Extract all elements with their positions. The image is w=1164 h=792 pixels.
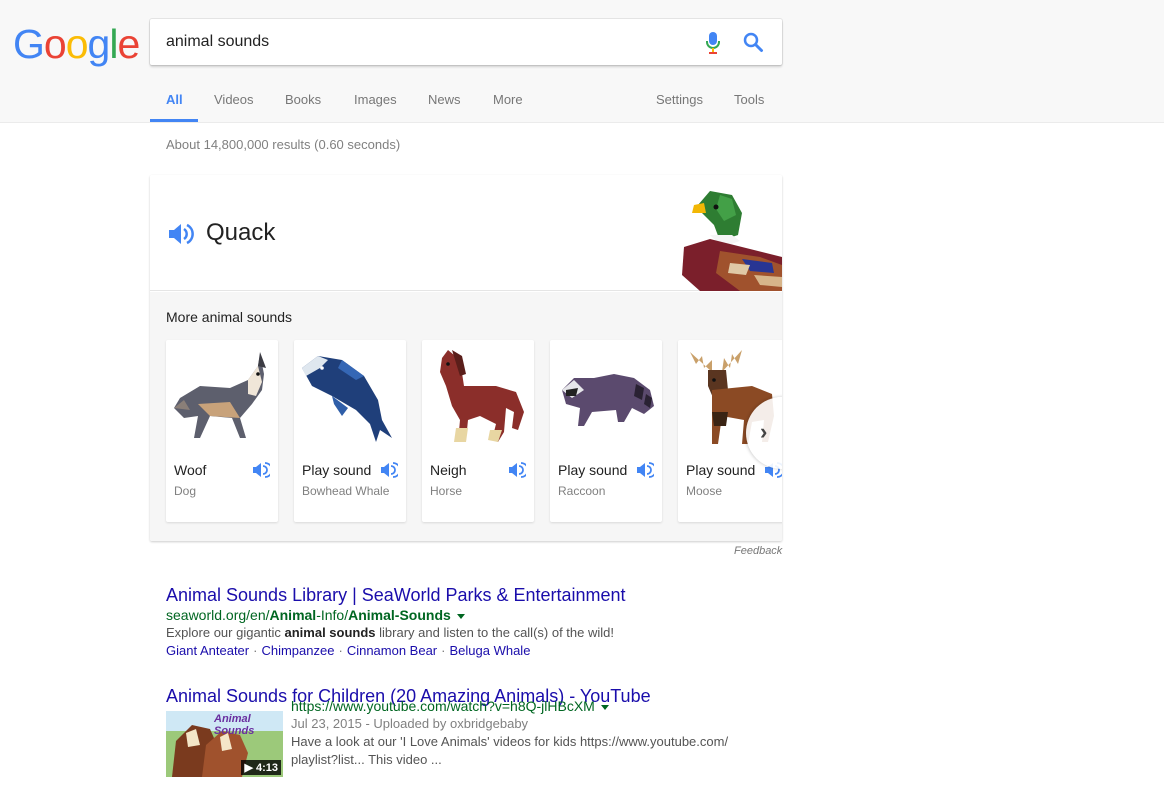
active-tab-indicator [150,119,198,122]
result-snippet-line: Have a look at our 'I Love Animals' vide… [291,734,729,749]
result-stats: About 14,800,000 results (0.60 seconds) [166,137,401,152]
sitelink[interactable]: Cinnamon Bear [347,643,437,658]
whale-illustration [302,356,392,442]
logo-letter: o [65,21,89,67]
animal-name: Bowhead Whale [302,484,390,498]
google-logo[interactable]: Google [13,21,140,67]
logo-letter: l [109,21,118,67]
animal-name: Dog [174,484,197,498]
result-url: seaworld.org/en/Animal-Info/Animal-Sound… [166,606,766,624]
horse-illustration [440,350,524,442]
animal-carousel: Woof Dog Play sound Bowhead Whale Neigh … [166,340,782,522]
url-part: Animal-Sounds [348,607,451,623]
tab-more[interactable]: More [493,92,523,107]
animal-sound-label: Play sound [686,462,756,478]
logo-letter: g [87,21,111,67]
tab-tools[interactable]: Tools [734,92,764,107]
snippet-text: library and listen to the call(s) of the… [375,625,614,640]
url-text: https://www.youtube.com/watch?v=h8Q-jlHB… [291,698,595,714]
search-input[interactable] [166,19,686,65]
video-thumbnail[interactable]: Animal Sounds ▶ 4:13 [166,711,283,777]
raccoon-illustration [562,374,654,426]
animal-card-dog[interactable]: Woof Dog [166,340,278,522]
animal-name: Raccoon [558,484,606,498]
animal-sound-label: Woof [174,462,207,478]
speaker-icon[interactable] [508,462,526,478]
search-icon[interactable] [742,31,764,53]
tab-all[interactable]: All [166,92,183,107]
more-sounds-heading: More animal sounds [166,309,293,325]
chevron-right-icon: › [760,419,768,444]
dog-illustration [174,352,266,438]
duck-illustration [682,191,782,291]
animal-card-horse[interactable]: Neigh Horse [422,340,534,522]
microphone-icon[interactable] [705,31,721,55]
more-animal-sounds: More animal sounds Woof Dog Play sound B… [150,292,782,541]
featured-sound: Quack [150,175,782,291]
animal-sounds-card: Quack More animal sounds Woof Dog Play s… [150,175,782,541]
logo-letter: G [13,21,45,67]
url-dropdown-icon[interactable] [600,704,609,710]
thumbnail-caption: Animal Sounds [214,713,255,737]
sitelinks: Giant Anteater · Chimpanzee · Cinnamon Bear ·… [166,642,766,660]
url-part: Animal [269,607,317,623]
video-duration: ▶ 4:13 [241,760,281,775]
tab-books[interactable]: Books [285,92,321,107]
result-snippet-line: playlist?list... This video ... [291,752,442,767]
speaker-icon[interactable] [167,222,195,246]
animal-name: Moose [686,484,723,498]
tab-news[interactable]: News [428,92,461,107]
featured-sound-label: Quack [206,219,276,246]
tab-settings[interactable]: Settings [656,92,703,107]
video-result: Animal Sounds for Children (20 Amazing A… [166,685,766,777]
sitelink[interactable]: Beluga Whale [449,643,530,658]
video-upload-info: Jul 23, 2015 - Uploaded by oxbridgebaby [291,716,529,731]
tab-videos[interactable]: Videos [214,92,254,107]
video-meta: https://www.youtube.com/watch?v=h8Q-jlHB… [291,697,761,769]
snippet-highlight: animal sounds [284,625,376,640]
url-part: -Info/ [316,607,349,623]
result-snippet: Explore our gigantic animal sounds libra… [166,624,766,642]
result-url: https://www.youtube.com/watch?v=h8Q-jlHB… [291,697,761,715]
url-dropdown-icon[interactable] [456,613,465,619]
logo-letter: o [43,21,67,67]
sitelink[interactable]: Giant Anteater [166,643,249,658]
speaker-icon[interactable] [380,462,398,478]
animal-card-bowhead-whale[interactable]: Play sound Bowhead Whale [294,340,406,522]
separator: · [253,643,258,658]
animal-sound-label: Neigh [430,462,467,478]
animal-sound-label: Play sound [302,462,372,478]
speaker-icon[interactable] [252,462,270,478]
separator: · [441,643,446,658]
animal-card-raccoon[interactable]: Play sound Raccoon [550,340,662,522]
header: Google All Videos Books Images News More… [0,0,1164,123]
search-box [150,19,782,65]
feedback-link[interactable]: Feedback [734,545,782,557]
search-result: Animal Sounds Library | SeaWorld Parks &… [166,584,766,660]
sitelink[interactable]: Chimpanzee [261,643,334,658]
result-title[interactable]: Animal Sounds Library | SeaWorld Parks &… [166,584,766,606]
speaker-icon[interactable] [636,462,654,478]
snippet-text: Explore our gigantic [166,625,285,640]
search-tabs: All Videos Books Images News More Settin… [150,80,790,123]
url-part: seaworld.org/en/ [166,607,270,623]
animal-sound-label: Play sound [558,462,628,478]
logo-letter: e [117,21,140,67]
animal-name: Horse [430,484,463,498]
separator: · [338,643,343,658]
tab-images[interactable]: Images [354,92,397,107]
